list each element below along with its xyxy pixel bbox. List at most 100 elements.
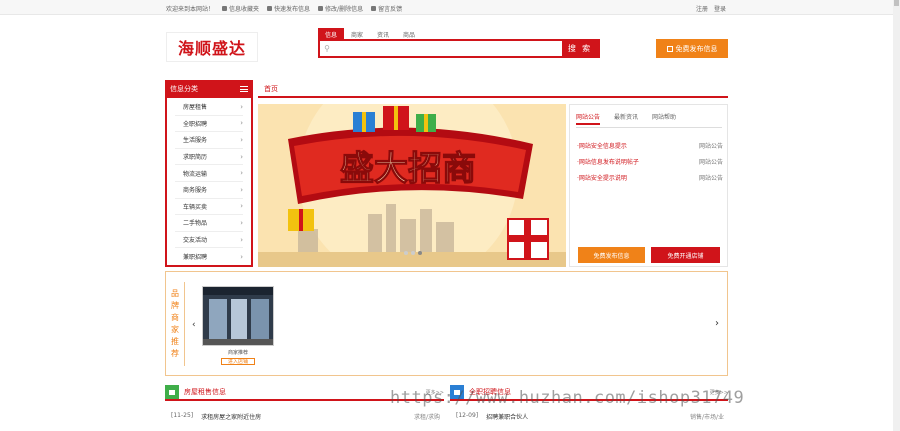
- housing-section-title: 房屋租售信息: [184, 388, 226, 396]
- banner-dot-active[interactable]: [418, 251, 422, 255]
- notice-item[interactable]: ·网站信息发布说明帖子 网站公告: [577, 153, 723, 169]
- free-publish-label: 免费发布信息: [675, 44, 718, 53]
- list-item[interactable]: [12-09] 招聘兼职合伙人 销售/市场/业: [450, 412, 728, 421]
- category-label: 物流运输: [183, 170, 208, 178]
- list-item-title: 求租房屋之家附近住房: [201, 414, 262, 421]
- watermark-text: https://www.huzhan.com/ishop31749: [390, 388, 745, 408]
- chevron-right-icon[interactable]: ›: [715, 318, 719, 329]
- category-item-social[interactable]: 交友活动 ›: [175, 232, 243, 249]
- top-link-quick-publish[interactable]: 快速发布信息: [267, 4, 310, 13]
- house-icon: [165, 385, 179, 399]
- page-tab-bar: 首页: [258, 80, 728, 98]
- chevron-right-icon: ›: [240, 135, 243, 144]
- category-item-resumes[interactable]: 求职简历 ›: [175, 149, 243, 166]
- search-tabs: 信息 商家 资讯 商品: [318, 28, 422, 39]
- list-item-date: [11-25]: [171, 412, 194, 419]
- list-item-title: 招聘兼职合伙人: [486, 414, 529, 421]
- search-button[interactable]: 搜 索: [562, 41, 598, 56]
- notice-title: ·网站信息发布说明帖子: [577, 158, 639, 166]
- top-bar: 欢迎来到本网站！ 信息收藏夹 快速发布信息 修改/删除信息 留言反馈 注册 登录: [0, 0, 900, 15]
- top-link-favorites[interactable]: 信息收藏夹: [222, 4, 259, 13]
- banner-dot[interactable]: [404, 251, 408, 255]
- welcome-text: 欢迎来到本网站！: [166, 6, 215, 13]
- search-tab-info[interactable]: 信息: [318, 28, 345, 39]
- page-scrollbar[interactable]: [893, 0, 900, 431]
- lightning-icon: [267, 6, 273, 11]
- brand-recommend-strip: 品牌商家推荐 ‹ 商家推荐 进入店铺 ›: [165, 271, 728, 376]
- category-item-parttime-jobs[interactable]: 兼职招聘 ›: [175, 248, 243, 265]
- category-item-business-services[interactable]: 商务服务 ›: [175, 182, 243, 199]
- list-item-date: [12-09]: [456, 412, 479, 419]
- list-item[interactable]: [11-25] 求租房屋之家附近住房 求租/求购: [165, 412, 444, 421]
- search-tab-merchants[interactable]: 商家: [344, 28, 370, 39]
- category-label: 全职招聘: [183, 120, 208, 128]
- category-header: 信息分类: [165, 80, 253, 98]
- category-list: 房屋租售 › 全职招聘 › 生活服务 › 求职简历 › 物流运输 › 商务服务 › 车辆买卖…: [165, 98, 253, 267]
- chevron-right-icon: ›: [240, 169, 243, 178]
- top-link-edit-info[interactable]: 修改/删除信息: [318, 4, 363, 13]
- category-item-logistics[interactable]: 物流运输 ›: [175, 165, 243, 182]
- top-link-label: 留言反馈: [378, 6, 403, 13]
- free-publish-button[interactable]: 免费发布信息: [656, 39, 728, 58]
- notice-title: ·网站安全信息提示: [577, 142, 627, 150]
- gift-box-right: [507, 218, 549, 260]
- notice-item[interactable]: ·网站安全提示说明 网站公告: [577, 169, 723, 185]
- notice-item[interactable]: ·网站安全信息提示 网站公告: [577, 137, 723, 153]
- notice-category: 网站公告: [698, 158, 723, 166]
- banner-dot[interactable]: [411, 251, 415, 255]
- top-bar-left: 欢迎来到本网站！ 信息收藏夹 快速发布信息 修改/删除信息 留言反馈: [166, 4, 402, 13]
- search-box: ⚲ 搜 索: [318, 39, 600, 58]
- category-label: 房屋租售: [183, 104, 208, 112]
- chevron-right-icon: ›: [240, 152, 243, 161]
- merchant-card[interactable]: 商家推荐 进入店铺: [202, 286, 274, 365]
- tab-help[interactable]: 网站帮助: [652, 112, 676, 125]
- category-item-second-hand[interactable]: 二手物品 ›: [175, 215, 243, 232]
- recommend-divider: [184, 282, 185, 366]
- message-icon: [371, 6, 377, 11]
- tab-announcements[interactable]: 网站公告: [576, 112, 601, 125]
- notice-tabs: 网站公告 最新资讯 网站帮助: [576, 112, 676, 125]
- enter-shop-button[interactable]: 进入店铺: [221, 358, 255, 365]
- list-item-tag: 销售/市场/业: [689, 414, 724, 421]
- free-publish-info-button[interactable]: 免费发布信息: [578, 247, 645, 263]
- notice-category: 网站公告: [698, 142, 723, 150]
- top-link-feedback[interactable]: 留言反馈: [371, 4, 402, 13]
- tab-latest-news[interactable]: 最新资讯: [614, 112, 638, 125]
- register-link[interactable]: 注册: [696, 4, 708, 13]
- merchant-name: 商家推荐: [227, 350, 248, 356]
- merchant-image[interactable]: [202, 286, 274, 346]
- chevron-right-icon: ›: [240, 119, 243, 128]
- site-logo[interactable]: 海顺盛达: [166, 32, 258, 62]
- category-item-life-services[interactable]: 生活服务 ›: [175, 132, 243, 149]
- gear-icon: [318, 6, 324, 11]
- category-label: 兼职招聘: [183, 254, 208, 262]
- search-input[interactable]: [334, 41, 562, 56]
- chevron-right-icon: ›: [240, 202, 243, 211]
- open-shop-button[interactable]: 免费开通店铺: [651, 247, 720, 263]
- scrollbar-thumb[interactable]: [894, 0, 899, 6]
- category-item-vehicles[interactable]: 车辆买卖 ›: [175, 199, 243, 216]
- chevron-right-icon: ›: [240, 218, 243, 227]
- login-link[interactable]: 登录: [714, 4, 726, 13]
- chevron-left-icon[interactable]: ‹: [192, 320, 196, 330]
- list-item-tag: 求租/求购: [413, 414, 440, 421]
- search-icon: ⚲: [324, 44, 330, 53]
- category-label: 商务服务: [183, 187, 208, 195]
- promo-banner[interactable]: 盛大招商: [258, 104, 566, 267]
- search-tab-news[interactable]: 资讯: [370, 28, 396, 39]
- category-item-housing[interactable]: 房屋租售 ›: [175, 99, 243, 116]
- category-item-fulltime-jobs[interactable]: 全职招聘 ›: [175, 116, 243, 133]
- page-root: 欢迎来到本网站！ 信息收藏夹 快速发布信息 修改/删除信息 留言反馈 注册 登录…: [0, 0, 900, 431]
- search-tab-goods[interactable]: 商品: [396, 28, 422, 39]
- category-label: 车辆买卖: [183, 203, 208, 211]
- banner-graphic: 盛大招商: [258, 104, 566, 267]
- chevron-right-icon: ›: [240, 102, 243, 111]
- tab-home[interactable]: 首页: [264, 84, 278, 94]
- top-link-label: 信息收藏夹: [229, 6, 260, 13]
- top-bar-inner: 欢迎来到本网站！ 信息收藏夹 快速发布信息 修改/删除信息 留言反馈 注册 登录: [166, 4, 726, 13]
- chevron-right-icon: ›: [240, 185, 243, 194]
- storefront-graphic: [203, 287, 273, 345]
- gift-box-left: [288, 209, 314, 231]
- chevron-right-icon: ›: [240, 235, 243, 244]
- top-link-label: 快速发布信息: [274, 6, 311, 13]
